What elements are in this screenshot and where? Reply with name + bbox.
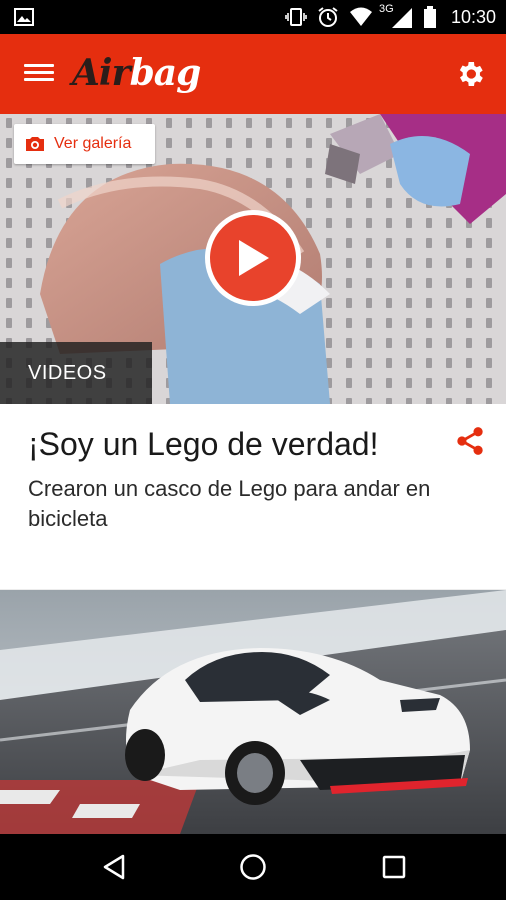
app-bar: Airbag [0, 34, 506, 114]
signal-indicator: 3G [379, 3, 413, 29]
battery-icon [423, 6, 436, 28]
app-logo: Airbag [72, 52, 202, 94]
camera-icon [26, 137, 44, 151]
back-triangle-icon [103, 854, 125, 880]
logo-part-air: Air [72, 52, 131, 94]
system-nav-bar [0, 834, 506, 900]
article-card[interactable]: Ver galería VIDEOS ¡Soy un Lego de verda… [0, 114, 506, 589]
recents-square-icon [382, 855, 406, 879]
signal-icon [391, 8, 412, 28]
article-hero-image[interactable]: Ver galería VIDEOS [0, 114, 506, 404]
menu-button[interactable] [24, 60, 54, 88]
hamburger-menu-icon [24, 64, 54, 67]
category-badge: VIDEOS [0, 342, 152, 404]
article-card-image[interactable] [0, 590, 506, 834]
wifi-icon [349, 7, 372, 26]
car-photo [0, 590, 506, 834]
nav-home-button[interactable] [213, 834, 293, 900]
gallery-label: Ver galería [54, 135, 132, 152]
share-icon[interactable] [456, 426, 484, 456]
clock: 10:30 [450, 6, 496, 27]
gallery-button[interactable]: Ver galería [14, 124, 155, 164]
status-icons: 3G 10:30 [285, 0, 496, 34]
home-circle-icon [240, 854, 266, 880]
status-bar: 3G 10:30 [0, 0, 506, 34]
play-button[interactable] [205, 210, 301, 306]
play-icon [239, 240, 269, 276]
nav-recents-button[interactable] [354, 834, 434, 900]
article-subtitle: Crearon un casco de Lego para andar en b… [28, 476, 431, 531]
article-title[interactable]: ¡Soy un Lego de verdad! [28, 426, 428, 463]
vibrate-icon [285, 8, 307, 26]
gear-icon[interactable] [454, 58, 486, 90]
image-notification-icon [14, 8, 34, 26]
logo-part-bag: bag [129, 52, 202, 94]
nav-back-button[interactable] [74, 834, 154, 900]
alarm-icon [318, 7, 338, 27]
